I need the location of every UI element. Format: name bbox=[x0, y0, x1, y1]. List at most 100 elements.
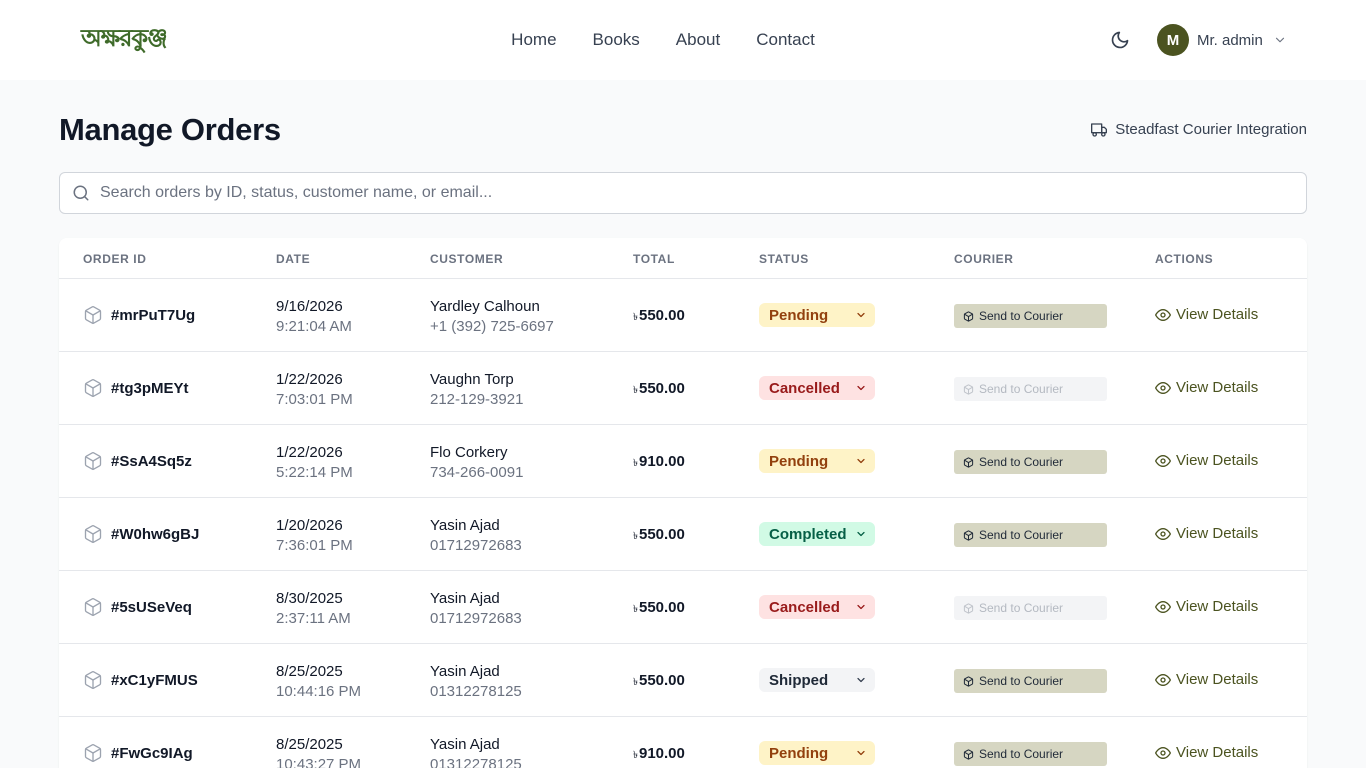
truck-icon bbox=[1091, 122, 1108, 137]
courier-cell: Send to Courier bbox=[954, 596, 1107, 620]
eye-icon bbox=[1155, 672, 1171, 688]
status-label: Shipped bbox=[769, 671, 829, 689]
send-to-courier-button[interactable]: Send to Courier bbox=[954, 450, 1107, 474]
avatar: M bbox=[1157, 24, 1189, 56]
view-details-label: View Details bbox=[1176, 452, 1259, 469]
package-icon bbox=[963, 383, 974, 395]
moon-icon bbox=[1111, 31, 1129, 49]
order-total-value: 910.00 bbox=[638, 745, 685, 762]
send-to-courier-button[interactable]: Send to Courier bbox=[954, 669, 1107, 693]
column-header-order-id: ORDER ID bbox=[83, 252, 147, 266]
view-details-link[interactable]: View Details bbox=[1155, 744, 1258, 761]
table-row: #tg3pMEYt 1/22/2026 7:03:01 PM Vaughn Torp 2… bbox=[59, 352, 1307, 425]
send-to-courier-button[interactable]: Send to Courier bbox=[954, 377, 1107, 401]
order-total: ৳550.00 bbox=[633, 526, 685, 546]
send-to-courier-button[interactable]: Send to Courier bbox=[954, 596, 1107, 620]
status-cell: Pending bbox=[759, 741, 875, 765]
customer-cell: Yasin Ajad 01312278125 bbox=[430, 662, 522, 702]
order-date: 1/22/2026 bbox=[276, 444, 343, 461]
status-select[interactable]: Pending bbox=[759, 449, 875, 473]
order-date-cell: 8/25/2025 10:43:27 PM bbox=[276, 735, 361, 768]
nav-about-link[interactable]: About bbox=[676, 30, 720, 50]
customer-phone: +1 (392) 725-6697 bbox=[430, 318, 554, 335]
status-label: Cancelled bbox=[769, 379, 840, 397]
column-header-date: DATE bbox=[276, 252, 311, 266]
eye-icon bbox=[1155, 599, 1171, 615]
customer-cell: Yasin Ajad 01712972683 bbox=[430, 516, 522, 556]
view-details-link[interactable]: View Details bbox=[1155, 452, 1258, 469]
status-cell: Cancelled bbox=[759, 376, 875, 400]
status-select[interactable]: Cancelled bbox=[759, 376, 875, 400]
courier-integration-link[interactable]: Steadfast Courier Integration bbox=[1091, 121, 1307, 138]
currency-symbol: ৳ bbox=[633, 312, 638, 323]
order-time: 10:44:16 PM bbox=[276, 683, 362, 700]
order-date: 8/25/2025 bbox=[276, 736, 343, 753]
table-body: #mrPuT7Ug 9/16/2026 9:21:04 AM Yardley Calh… bbox=[59, 279, 1307, 768]
status-cell: Pending bbox=[759, 449, 875, 473]
integration-label: Steadfast Courier Integration bbox=[1115, 121, 1307, 138]
order-id-cell: #SsA4Sq5z bbox=[83, 451, 192, 471]
customer-name: Yasin Ajad bbox=[430, 517, 500, 534]
view-details-link[interactable]: View Details bbox=[1155, 671, 1258, 688]
eye-icon bbox=[1155, 307, 1171, 323]
send-to-courier-button[interactable]: Send to Courier bbox=[954, 523, 1107, 547]
table-row: #SsA4Sq5z 1/22/2026 5:22:14 PM Flo Corkery 7… bbox=[59, 425, 1307, 498]
package-icon bbox=[963, 675, 974, 687]
currency-symbol: ৳ bbox=[633, 604, 638, 615]
customer-phone: 01312278125 bbox=[430, 683, 522, 700]
customer-phone: 212-129-3921 bbox=[430, 391, 524, 408]
site-logo[interactable]: অক্ষরকুঞ্জ bbox=[81, 22, 168, 58]
view-details-link[interactable]: View Details bbox=[1155, 598, 1258, 615]
send-to-courier-button[interactable]: Send to Courier bbox=[954, 304, 1107, 328]
package-icon bbox=[83, 378, 103, 398]
customer-phone: 734-266-0091 bbox=[430, 464, 524, 481]
table-row: #FwGc9IAg 8/25/2025 10:43:27 PM Yasin Ajad 0… bbox=[59, 717, 1307, 768]
chevron-down-icon bbox=[855, 601, 867, 613]
order-date: 8/25/2025 bbox=[276, 663, 343, 680]
view-details-link[interactable]: View Details bbox=[1155, 379, 1258, 396]
status-select[interactable]: Shipped bbox=[759, 668, 875, 692]
nav-home-link[interactable]: Home bbox=[511, 30, 556, 50]
order-id-cell: #FwGc9IAg bbox=[83, 743, 193, 763]
status-select[interactable]: Cancelled bbox=[759, 595, 875, 619]
status-select[interactable]: Completed bbox=[759, 522, 875, 546]
page-title: Manage Orders bbox=[59, 112, 281, 147]
order-total-value: 910.00 bbox=[638, 453, 685, 470]
view-details-label: View Details bbox=[1176, 306, 1259, 323]
table-row: #mrPuT7Ug 9/16/2026 9:21:04 AM Yardley Calh… bbox=[59, 279, 1307, 352]
customer-name: Yasin Ajad bbox=[430, 663, 500, 680]
status-select[interactable]: Pending bbox=[759, 303, 875, 327]
order-total: ৳550.00 bbox=[633, 307, 685, 327]
user-menu[interactable]: M Mr. admin bbox=[1157, 24, 1287, 56]
order-time: 2:37:11 AM bbox=[276, 610, 351, 627]
currency-symbol: ৳ bbox=[633, 750, 638, 761]
view-details-link[interactable]: View Details bbox=[1155, 306, 1258, 323]
nav-books-link[interactable]: Books bbox=[593, 30, 640, 50]
package-icon bbox=[83, 524, 103, 544]
status-select[interactable]: Pending bbox=[759, 741, 875, 765]
order-time: 7:36:01 PM bbox=[276, 537, 353, 554]
order-total: ৳910.00 bbox=[633, 453, 685, 473]
order-date: 1/20/2026 bbox=[276, 517, 343, 534]
package-icon bbox=[963, 456, 974, 468]
view-details-label: View Details bbox=[1176, 525, 1259, 542]
send-to-courier-button[interactable]: Send to Courier bbox=[954, 742, 1107, 766]
order-date: 9/16/2026 bbox=[276, 298, 343, 315]
order-date-cell: 8/25/2025 10:44:16 PM bbox=[276, 662, 361, 702]
eye-icon bbox=[1155, 380, 1171, 396]
send-to-courier-label: Send to Courier bbox=[979, 309, 1064, 323]
theme-toggle-button[interactable] bbox=[1108, 28, 1132, 52]
customer-name: Vaughn Torp bbox=[430, 371, 514, 388]
order-time: 10:43:27 PM bbox=[276, 756, 362, 768]
customer-cell: Vaughn Torp 212-129-3921 bbox=[430, 370, 523, 410]
order-id: #xC1yFMUS bbox=[111, 671, 198, 689]
search-input[interactable] bbox=[60, 173, 1306, 213]
chevron-down-icon bbox=[855, 382, 867, 394]
customer-cell: Flo Corkery 734-266-0091 bbox=[430, 443, 523, 483]
view-details-link[interactable]: View Details bbox=[1155, 525, 1258, 542]
nav-contact-link[interactable]: Contact bbox=[756, 30, 815, 50]
courier-cell: Send to Courier bbox=[954, 669, 1107, 693]
status-label: Cancelled bbox=[769, 598, 840, 616]
order-id: #mrPuT7Ug bbox=[111, 306, 196, 324]
order-date-cell: 9/16/2026 9:21:04 AM bbox=[276, 297, 352, 337]
